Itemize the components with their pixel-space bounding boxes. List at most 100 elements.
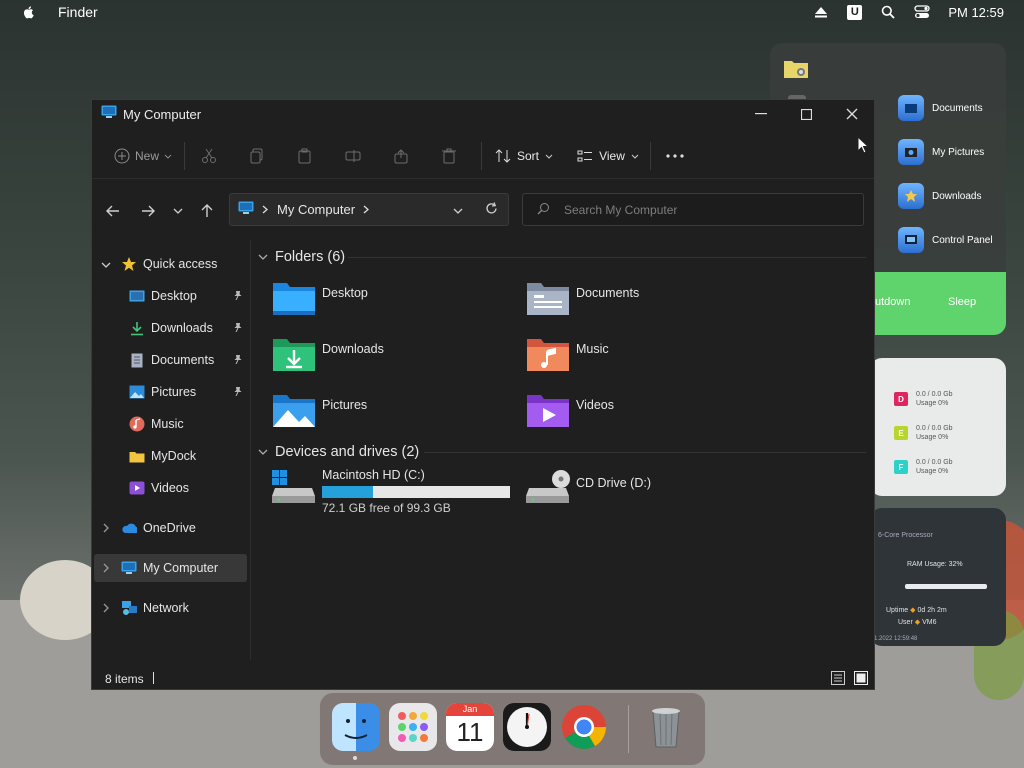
drive-f-icon: F <box>894 460 908 474</box>
usage-amount: 0.0 / 0.0 Gb <box>916 391 953 398</box>
search-icon <box>537 202 550 218</box>
menu-bar: Finder U PM 12:59 <box>0 0 1024 24</box>
pin-icon[interactable] <box>233 289 243 303</box>
search-box[interactable] <box>522 193 864 226</box>
chevron-down-icon[interactable] <box>258 254 268 261</box>
usage-amount: 0.0 / 0.0 Gb <box>916 459 953 466</box>
control-center-icon[interactable] <box>914 4 930 20</box>
menubar-clock[interactable]: PM 12:59 <box>948 5 1004 20</box>
navigation-pane: Quick access Desktop Downloads Documents… <box>92 240 251 660</box>
active-app-name[interactable]: Finder <box>58 4 98 20</box>
recent-locations-button[interactable] <box>168 201 188 221</box>
dock-chrome-icon[interactable] <box>560 703 608 751</box>
title-bar[interactable]: My Computer <box>92 100 874 128</box>
folder-pictures[interactable]: Pictures <box>272 392 367 430</box>
pin-icon[interactable] <box>233 321 243 335</box>
widget-item-my-pictures[interactable]: My Pictures <box>898 139 984 165</box>
control-panel-icon <box>898 227 924 253</box>
sidebar-item-videos[interactable]: Videos <box>92 474 248 502</box>
search-icon[interactable] <box>880 4 896 20</box>
folder-music[interactable]: Music <box>526 336 609 374</box>
usage-percent: Usage 0% <box>916 468 949 475</box>
dock-trash-icon[interactable] <box>642 703 690 751</box>
tiles-view-icon[interactable] <box>854 671 868 685</box>
details-view-icon[interactable] <box>831 671 845 685</box>
minimize-button[interactable] <box>738 100 784 128</box>
sidebar-item-documents[interactable]: Documents <box>92 346 248 374</box>
cut-button[interactable] <box>185 140 233 172</box>
folder-downloads[interactable]: Downloads <box>272 336 384 374</box>
rename-button[interactable] <box>329 140 377 172</box>
sidebar-item-network[interactable]: Network <box>92 594 248 622</box>
sidebar-label: Videos <box>151 481 189 495</box>
widget-item-downloads[interactable]: Downloads <box>898 183 981 209</box>
chevron-right-icon[interactable] <box>262 202 268 217</box>
pin-icon[interactable] <box>233 353 243 367</box>
address-crumb[interactable]: My Computer <box>277 202 355 217</box>
delete-button[interactable] <box>425 140 473 172</box>
chevron-right-icon[interactable] <box>101 523 111 533</box>
sidebar-item-downloads[interactable]: Downloads <box>92 314 248 342</box>
picture-icon <box>129 384 145 400</box>
chevron-right-icon[interactable] <box>363 202 370 217</box>
sidebar-item-quick-access[interactable]: Quick access <box>92 250 248 278</box>
sleep-button[interactable]: Sleep <box>948 296 976 308</box>
search-input[interactable] <box>562 201 846 218</box>
folder-videos[interactable]: Videos <box>526 392 614 430</box>
refresh-icon <box>486 201 497 213</box>
sidebar-item-desktop[interactable]: Desktop <box>92 282 248 310</box>
close-button[interactable] <box>829 100 875 128</box>
widget-item-documents[interactable]: Documents <box>898 95 983 121</box>
paste-button[interactable] <box>281 140 329 172</box>
dock-calendar-icon[interactable]: Jan 11 <box>446 703 494 751</box>
sidebar-item-music[interactable]: Music <box>92 410 248 438</box>
drive-macintosh-hd[interactable]: Macintosh HD (C:) 72.1 GB free of 99.3 G… <box>272 468 510 515</box>
downloads-folder-icon <box>273 339 315 371</box>
sidebar-label: Pictures <box>151 385 197 399</box>
more-options-button[interactable] <box>651 140 699 172</box>
view-button[interactable]: View <box>566 140 650 172</box>
refresh-button[interactable] <box>485 201 498 218</box>
folder-documents[interactable]: Documents <box>526 280 639 318</box>
address-history-button[interactable] <box>453 202 463 217</box>
drive-usage-bar <box>322 486 510 498</box>
sidebar-item-onedrive[interactable]: OneDrive <box>92 514 248 542</box>
chevron-down-icon[interactable] <box>258 449 268 456</box>
eject-icon[interactable] <box>813 4 829 20</box>
pin-icon[interactable] <box>233 385 243 399</box>
u-icon[interactable]: U <box>847 4 863 20</box>
dock-finder-icon[interactable] <box>332 703 380 751</box>
new-button[interactable]: New <box>110 140 176 172</box>
usage-row: E 0.0 / 0.0 Gb Usage 0% <box>894 424 953 442</box>
network-icon <box>121 600 137 616</box>
sidebar-item-my-computer[interactable]: My Computer <box>94 554 247 582</box>
mouse-cursor-icon <box>857 136 869 154</box>
folder-icon[interactable] <box>783 57 809 84</box>
share-button[interactable] <box>377 140 425 172</box>
address-bar[interactable]: My Computer <box>229 193 509 226</box>
dock-launchpad-icon[interactable] <box>389 703 437 751</box>
drive-cd[interactable]: CD Drive (D:) <box>526 468 651 506</box>
sidebar-item-pictures[interactable]: Pictures <box>92 378 248 406</box>
chevron-down-icon[interactable] <box>101 260 111 270</box>
forward-button[interactable] <box>138 201 158 221</box>
shutdown-button[interactable]: utdown <box>875 296 910 308</box>
sort-button[interactable]: Sort <box>482 140 566 172</box>
folder-icon <box>129 448 145 464</box>
maximize-button[interactable] <box>783 100 829 128</box>
dock-clock-icon[interactable] <box>503 703 551 751</box>
back-button[interactable] <box>103 201 123 221</box>
section-title: Devices and drives (2) <box>275 444 420 460</box>
sidebar-label: Downloads <box>151 321 213 335</box>
folder-desktop[interactable]: Desktop <box>272 280 368 318</box>
chevron-right-icon[interactable] <box>101 563 111 573</box>
navigation-bar: My Computer <box>92 190 874 230</box>
apple-icon[interactable] <box>22 5 36 19</box>
drives-section-header[interactable]: Devices and drives (2) <box>252 440 419 464</box>
chevron-right-icon[interactable] <box>101 603 111 613</box>
up-button[interactable] <box>197 201 217 221</box>
copy-button[interactable] <box>233 140 281 172</box>
folders-section-header[interactable]: Folders (6) <box>252 245 345 269</box>
widget-item-control-panel[interactable]: Control Panel <box>898 227 993 253</box>
sidebar-item-mydock[interactable]: MyDock <box>92 442 248 470</box>
